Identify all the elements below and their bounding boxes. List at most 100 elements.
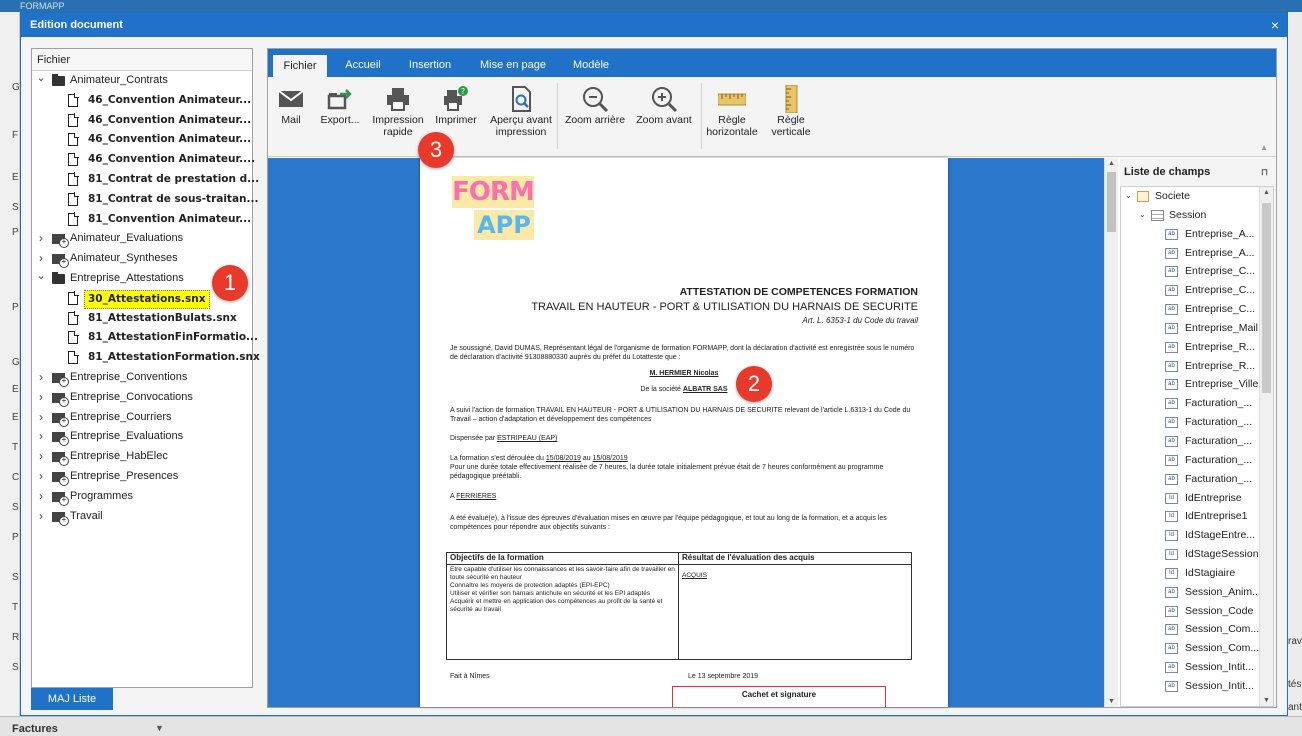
horizontal-ruler-button[interactable]: Règle horizontale: [704, 77, 760, 157]
field-item[interactable]: ab Entreprise_A...: [1121, 225, 1273, 244]
field-item[interactable]: ⌄ Session: [1121, 206, 1273, 225]
tree-file[interactable]: 46_Convention Animateur...: [32, 130, 252, 150]
expand-chevron-icon[interactable]: ›: [36, 249, 46, 268]
collapse-chevron-icon[interactable]: ⌄: [1139, 206, 1146, 225]
field-item[interactable]: ab Session_Intit...: [1121, 658, 1273, 677]
field-item[interactable]: ab Entreprise_Mail: [1121, 319, 1273, 338]
tree-folder[interactable]: › Animateur_Syntheses: [32, 249, 252, 269]
field-label: Session_Intit...: [1185, 661, 1254, 674]
field-item[interactable]: ab Entreprise_C...: [1121, 281, 1273, 300]
expand-chevron-icon[interactable]: ›: [36, 368, 46, 387]
field-item[interactable]: ab Entreprise_Ville: [1121, 375, 1273, 394]
zoom-in-button[interactable]: Zoom avant: [634, 77, 694, 157]
tab-insertion[interactable]: Insertion: [398, 54, 462, 77]
document-icon: [68, 212, 79, 226]
text-field-icon: ab: [1165, 228, 1178, 240]
field-item[interactable]: ab Session_Anim...: [1121, 583, 1273, 602]
pin-icon[interactable]: ⊓: [1261, 158, 1268, 186]
scrollbar-thumb[interactable]: [1262, 203, 1271, 393]
vertical-ruler-button[interactable]: Règle verticale: [768, 77, 814, 157]
tree-file[interactable]: 46_Convention Animateur...: [32, 91, 252, 111]
tree-file[interactable]: 81_AttestationFinFormatio...: [32, 328, 258, 348]
tree-file[interactable]: 81_Convention Animateur...: [32, 210, 252, 230]
tree-folder[interactable]: › Entreprise_Courriers: [32, 408, 252, 428]
factures-section-label[interactable]: Factures: [12, 723, 58, 735]
tree-file[interactable]: 81_AttestationFormation.snx: [32, 348, 260, 368]
document-preview-area[interactable]: FORM APP ATTESTATION DE COMPETENCES FORM…: [268, 158, 1104, 707]
field-item[interactable]: ab Entreprise_C...: [1121, 300, 1273, 319]
expand-chevron-icon[interactable]: ›: [36, 467, 46, 486]
expand-chevron-icon[interactable]: ›: [36, 229, 46, 248]
field-item[interactable]: ab Session_Com...: [1121, 620, 1273, 639]
collapse-chevron-icon[interactable]: ⌄: [36, 269, 46, 283]
tree-file[interactable]: 46_Convention Animateur...: [32, 111, 252, 131]
expand-chevron-icon[interactable]: ›: [36, 507, 46, 526]
document-scrollbar[interactable]: ▲ ▼: [1104, 158, 1118, 707]
expand-chevron-icon[interactable]: ›: [36, 487, 46, 506]
field-item[interactable]: Id IdEntreprise1: [1121, 507, 1273, 526]
background-nav-letter: T: [12, 442, 19, 453]
scroll-down-icon[interactable]: ▼: [1263, 697, 1270, 704]
zoom-out-button[interactable]: Zoom arrière: [564, 77, 626, 157]
close-icon[interactable]: ×: [1271, 13, 1279, 37]
tab-mod-le[interactable]: Modèle: [564, 54, 618, 77]
tab-accueil[interactable]: Accueil: [336, 54, 390, 77]
tab-mise-en-page[interactable]: Mise en page: [472, 54, 554, 77]
mail-button[interactable]: Mail: [276, 77, 306, 157]
field-item[interactable]: ab Entreprise_A...: [1121, 244, 1273, 263]
background-right-text: ant: [1288, 702, 1302, 713]
expand-chevron-icon[interactable]: ›: [36, 408, 46, 427]
tree-folder[interactable]: › Entreprise_Conventions: [32, 368, 252, 388]
expand-chevron-icon[interactable]: ›: [36, 388, 46, 407]
tree-folder[interactable]: › Entreprise_Convocations: [32, 388, 252, 408]
tree-folder[interactable]: › Programmes: [32, 487, 252, 507]
chevron-down-icon[interactable]: ▼: [155, 723, 164, 733]
collapse-chevron-icon[interactable]: ⌄: [36, 71, 46, 85]
tree-folder[interactable]: › Entreprise_Evaluations: [32, 427, 252, 447]
field-item[interactable]: ⌄ Societe: [1121, 187, 1273, 206]
field-item[interactable]: Id IdEntreprise: [1121, 489, 1273, 508]
tree-folder[interactable]: › Entreprise_Presences: [32, 467, 252, 487]
tree-file[interactable]: 46_Convention Animateur....: [32, 150, 255, 170]
expand-chevron-icon[interactable]: ›: [36, 427, 46, 446]
tree-folder[interactable]: ⌄ Animateur_Contrats: [32, 71, 252, 91]
tree-folder[interactable]: › Travail: [32, 507, 252, 527]
field-item[interactable]: ab Facturation_...: [1121, 470, 1273, 489]
field-item[interactable]: ab Session_Code: [1121, 602, 1273, 621]
scroll-up-icon[interactable]: ▲: [1263, 189, 1270, 196]
refresh-list-button[interactable]: MAJ Liste: [31, 688, 113, 710]
print-preview-button[interactable]: Aperçu avant impression: [486, 77, 556, 157]
field-item[interactable]: ab Entreprise_C...: [1121, 262, 1273, 281]
field-item[interactable]: ab Entreprise_R...: [1121, 357, 1273, 376]
export-button[interactable]: Export...: [316, 77, 364, 157]
ribbon-collapse-icon[interactable]: ▲: [1260, 143, 1268, 152]
tree-folder[interactable]: › Entreprise_HabElec: [32, 447, 252, 467]
field-item[interactable]: Id IdStageSession: [1121, 545, 1273, 564]
background-nav-letter: R: [12, 632, 20, 643]
company-prefix: De la société: [640, 386, 683, 393]
scroll-up-icon[interactable]: ▲: [1108, 160, 1115, 167]
field-item[interactable]: Id IdStagiaire: [1121, 564, 1273, 583]
tab-fichier[interactable]: Fichier: [272, 54, 328, 77]
field-label: Session_Com...: [1185, 642, 1260, 655]
collapse-chevron-icon[interactable]: ⌄: [1125, 187, 1132, 206]
field-item[interactable]: ab Session_Intit...: [1121, 677, 1273, 696]
field-item[interactable]: ab Facturation_...: [1121, 394, 1273, 413]
field-item[interactable]: ab Facturation_...: [1121, 413, 1273, 432]
place-line: A FERRIERES: [450, 492, 918, 501]
tree-folder[interactable]: › Animateur_Evaluations: [32, 229, 252, 249]
tree-file[interactable]: 81_Contrat de sous-traitan...: [32, 190, 258, 210]
field-list-scrollbar[interactable]: ▲ ▼: [1259, 187, 1273, 706]
scrollbar-thumb[interactable]: [1107, 172, 1116, 232]
field-item[interactable]: ab Entreprise_R...: [1121, 338, 1273, 357]
expand-chevron-icon[interactable]: ›: [36, 447, 46, 466]
field-item[interactable]: Id IdStageEntre...: [1121, 526, 1273, 545]
field-item[interactable]: ab Facturation_...: [1121, 432, 1273, 451]
tree-file[interactable]: 81_Contrat de prestation d...: [32, 170, 259, 190]
scroll-down-icon[interactable]: ▼: [1108, 698, 1115, 705]
tree-file[interactable]: 81_AttestationBulats.snx: [32, 309, 252, 329]
field-label: Entreprise_R...: [1185, 340, 1256, 353]
file-tree-header: Fichier: [32, 49, 252, 71]
field-item[interactable]: ab Session_Com...: [1121, 639, 1273, 658]
field-item[interactable]: ab Facturation_...: [1121, 451, 1273, 470]
